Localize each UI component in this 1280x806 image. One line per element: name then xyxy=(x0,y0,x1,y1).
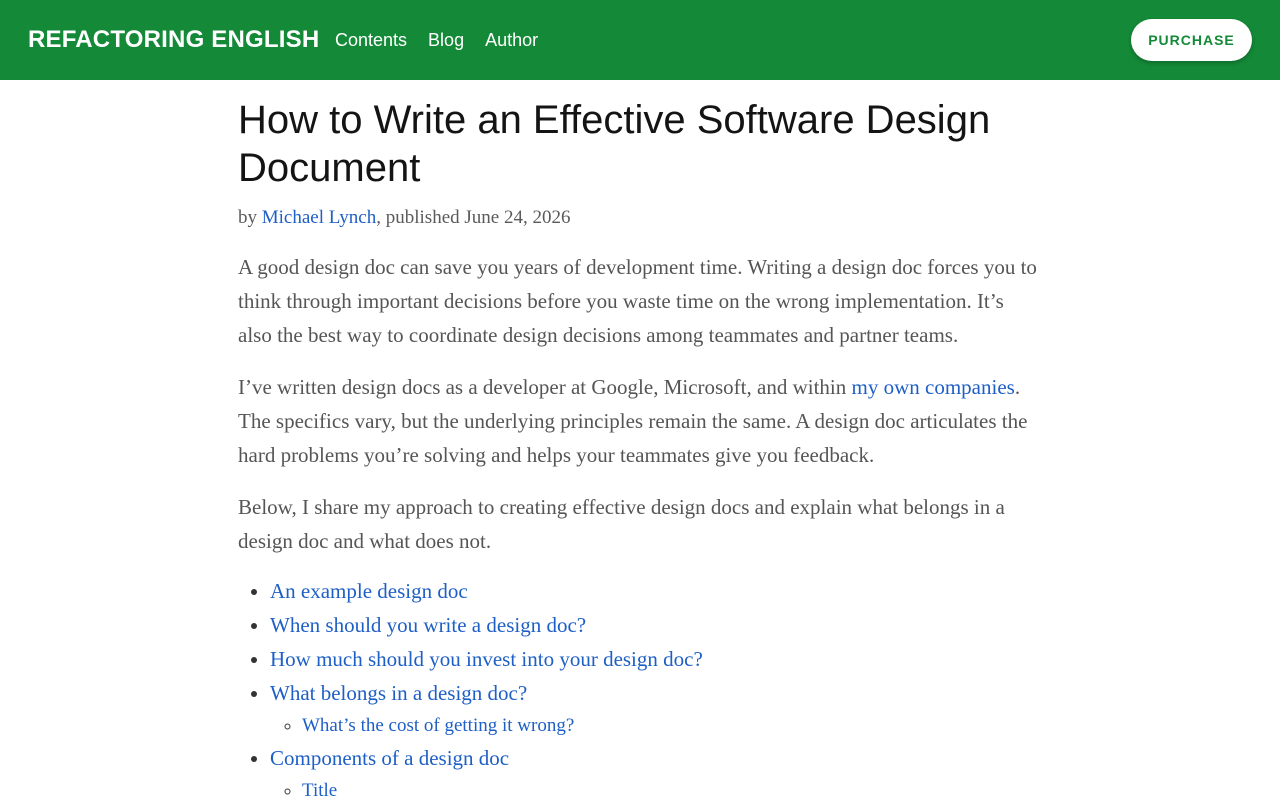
toc-item: Components of a design doc Title xyxy=(270,741,1038,806)
main-nav: Contents Blog Author xyxy=(335,26,559,54)
byline-published: , published June 24, 2026 xyxy=(376,207,571,228)
author-link[interactable]: Michael Lynch xyxy=(262,207,377,228)
toc-link-example[interactable]: An example design doc xyxy=(270,579,468,603)
intro-paragraph: A good design doc can save you years of … xyxy=(238,255,1037,347)
toc-link-title[interactable]: Title xyxy=(302,780,337,801)
my-own-companies-link[interactable]: my own companies xyxy=(852,375,1015,399)
article-byline: by Michael Lynch, published June 24, 202… xyxy=(238,204,1038,232)
purchase-button[interactable]: PURCHASE xyxy=(1131,19,1252,61)
nav-blog-link[interactable]: Blog xyxy=(428,26,464,54)
toc-subitem: What’s the cost of getting it wrong? xyxy=(302,710,1038,741)
toc-link-components[interactable]: Components of a design doc xyxy=(270,746,509,770)
toc-link-invest[interactable]: How much should you invest into your des… xyxy=(270,647,703,671)
toc-link-when[interactable]: When should you write a design doc? xyxy=(270,613,586,637)
article-body: How to Write an Effective Software Desig… xyxy=(238,96,1038,806)
overview-paragraph: Below, I share my approach to creating e… xyxy=(238,495,1005,553)
toc-item: An example design doc xyxy=(270,574,1038,608)
toc-sublist: What’s the cost of getting it wrong? xyxy=(270,710,1038,741)
toc-link-belongs[interactable]: What belongs in a design doc? xyxy=(270,681,527,705)
byline-prefix: by xyxy=(238,207,262,228)
site-brand-link[interactable]: REFACTORING ENGLISH xyxy=(28,24,319,56)
nav-author-link[interactable]: Author xyxy=(485,26,538,54)
toc-item: How much should you invest into your des… xyxy=(270,642,1038,676)
toc-link-cost[interactable]: What’s the cost of getting it wrong? xyxy=(302,715,574,736)
article-title: How to Write an Effective Software Desig… xyxy=(238,98,991,190)
experience-text-before: I’ve written design docs as a developer … xyxy=(238,375,852,399)
nav-contents-link[interactable]: Contents xyxy=(335,26,407,54)
toc-subitem: Title xyxy=(302,775,1038,806)
table-of-contents: An example design doc When should you wr… xyxy=(238,574,1038,806)
toc-item: What belongs in a design doc? What’s the… xyxy=(270,676,1038,741)
toc-sublist: Title xyxy=(270,775,1038,806)
top-navbar: REFACTORING ENGLISH Contents Blog Author… xyxy=(0,0,1280,80)
toc-item: When should you write a design doc? xyxy=(270,608,1038,642)
experience-paragraph: I’ve written design docs as a developer … xyxy=(238,370,1038,472)
